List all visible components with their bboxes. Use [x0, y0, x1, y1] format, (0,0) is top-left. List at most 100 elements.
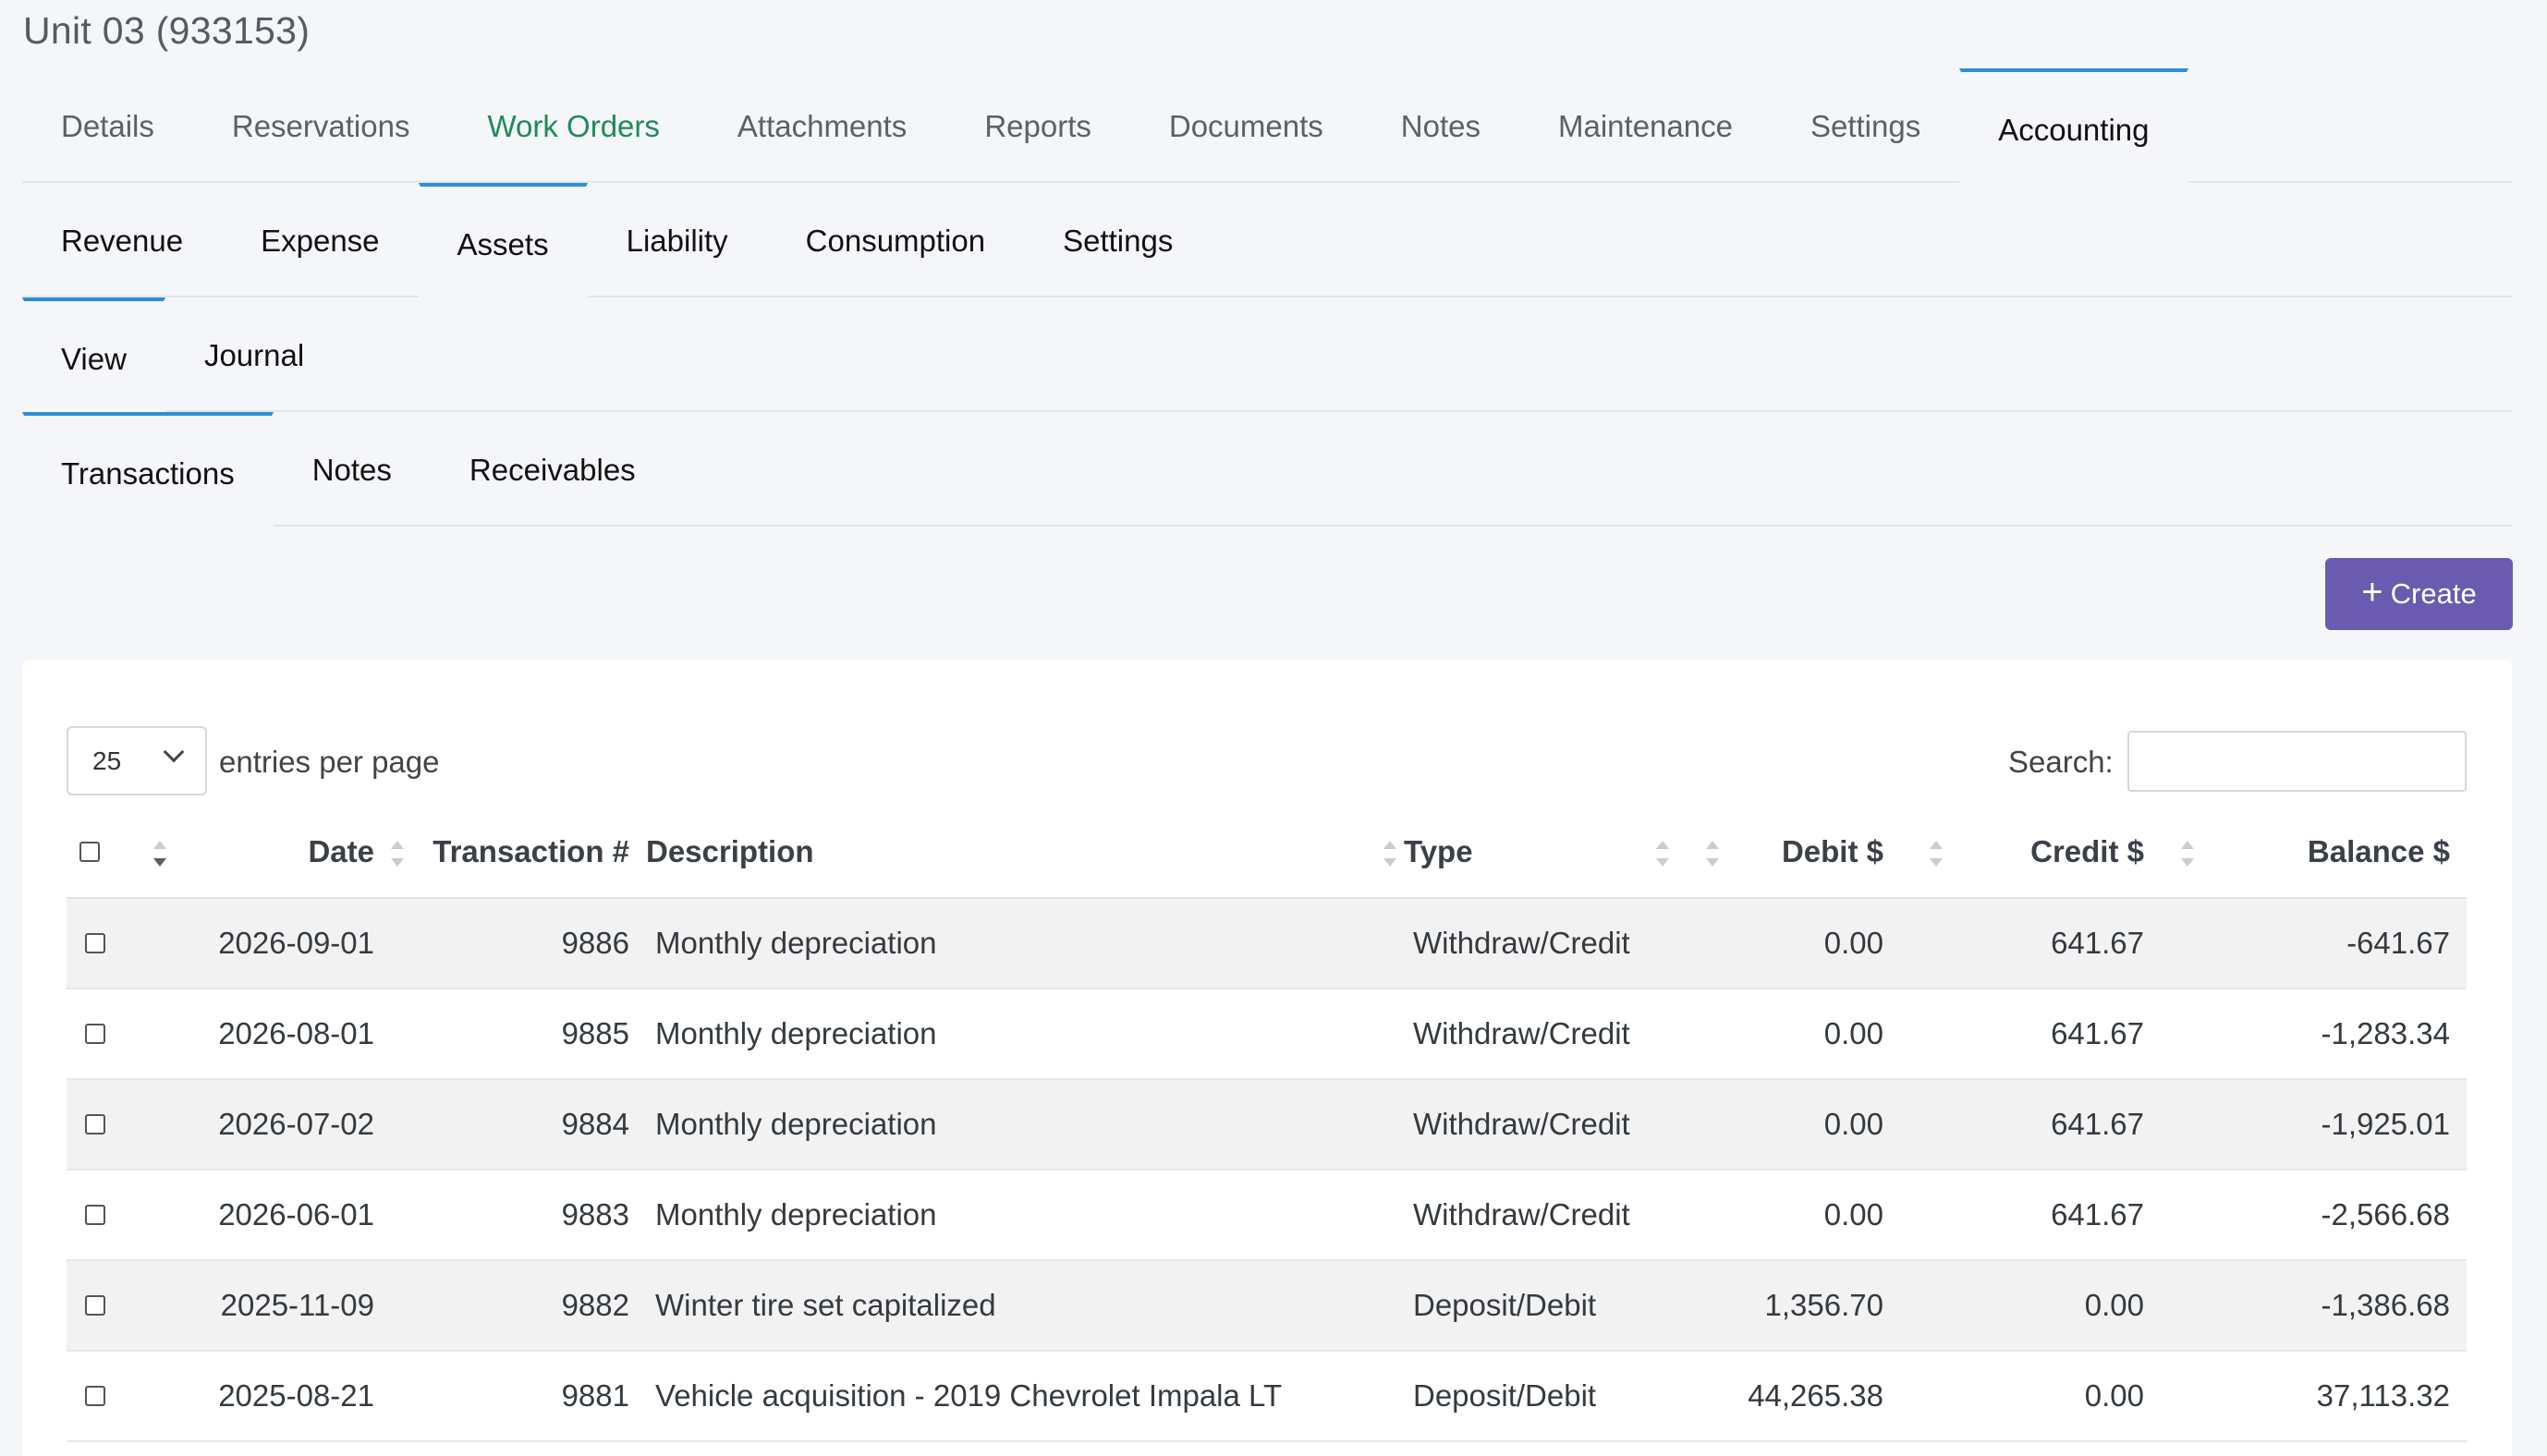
view-tab-notes[interactable]: Notes [274, 412, 431, 527]
cell-description: Monthly depreciation [635, 898, 1404, 989]
chevron-down-icon [163, 741, 185, 763]
cell-date: 2026-06-01 [185, 1170, 409, 1261]
table-row[interactable]: 2026-09-01 9886 Monthly depreciation Withdr… [67, 898, 2467, 989]
table-row[interactable]: 2025-08-21 9881 Vehicle acquisition - 2019… [67, 1351, 2467, 1442]
select-all-header [67, 806, 126, 899]
row-select-cell [67, 1079, 126, 1171]
row-spacer-cell [126, 1079, 185, 1171]
col-credit[interactable]: Credit $ [1895, 806, 2155, 899]
row-select-cell [67, 1170, 126, 1261]
row-checkbox[interactable] [85, 1295, 105, 1316]
cell-date: 2026-07-02 [185, 1079, 409, 1171]
plus-icon: + [2361, 572, 2383, 613]
row-spacer-cell [126, 1170, 185, 1261]
view-tab-transactions[interactable]: Transactions [22, 412, 274, 527]
cell-type: Withdraw/Credit [1404, 1170, 1719, 1261]
main-tabs: Details Reservations Work Orders Attachment… [22, 68, 2512, 183]
accounting-tab-consumption[interactable]: Consumption [767, 183, 1024, 297]
cell-description: Winter tire set capitalized [635, 1260, 1404, 1352]
col-description[interactable]: Description [635, 806, 1404, 899]
cell-debit: 44,265.38 [1719, 1351, 1895, 1442]
create-button[interactable]: + Create [2325, 558, 2513, 630]
tab-label: Maintenance [1558, 109, 1733, 143]
col-debit[interactable]: Debit $ [1719, 806, 1895, 899]
accounting-tab-settings[interactable]: Settings [1024, 183, 1212, 297]
cell-balance: -641.67 [2155, 898, 2467, 989]
accounting-tab-label: Consumption [805, 224, 986, 258]
cell-balance: -1,386.68 [2155, 1260, 2467, 1352]
cell-debit: 1,356.70 [1719, 1260, 1895, 1352]
col-date[interactable]: Date [185, 806, 409, 899]
cell-date: 2025-08-21 [185, 1351, 409, 1442]
accounting-tab-expense[interactable]: Expense [222, 183, 418, 297]
view-tabs: Transactions Notes Receivables [22, 412, 2512, 527]
accounting-tab-label: Expense [261, 224, 380, 258]
table-row[interactable]: 2026-07-02 9884 Monthly depreciation Withdr… [67, 1079, 2467, 1171]
cell-description: Monthly depreciation [635, 989, 1404, 1080]
cell-type: Withdraw/Credit [1404, 1079, 1719, 1171]
tab-label: Attachments [737, 109, 908, 143]
checkbox-sort-header[interactable] [126, 806, 185, 899]
row-checkbox[interactable] [85, 1386, 105, 1406]
sort-icon [391, 841, 404, 867]
cell-transaction-number: 9883 [409, 1170, 635, 1261]
view-tab-label: Receivables [469, 453, 636, 487]
sort-icon [2181, 841, 2194, 867]
cell-date: 2026-09-01 [185, 898, 409, 989]
row-checkbox[interactable] [85, 1205, 105, 1225]
entries-per-page-select[interactable]: 25 [67, 726, 207, 795]
tab-work-orders[interactable]: Work Orders [448, 68, 698, 183]
view-tab-receivables[interactable]: Receivables [431, 412, 675, 527]
tab-accounting[interactable]: Accounting [1959, 68, 2188, 183]
row-checkbox[interactable] [85, 1024, 105, 1044]
cell-transaction-number: 9881 [409, 1351, 635, 1442]
tab-label: Details [61, 109, 154, 143]
col-balance[interactable]: Balance $ [2155, 806, 2467, 899]
cell-balance: -2,566.68 [2155, 1170, 2467, 1261]
view-tab-label: Notes [311, 453, 392, 487]
table-row[interactable]: 2026-06-01 9883 Monthly depreciation Withdr… [67, 1170, 2467, 1261]
cell-credit: 641.67 [1895, 1170, 2155, 1261]
entries-per-page-label: entries per page [219, 745, 440, 779]
cell-balance: -1,925.01 [2155, 1079, 2467, 1171]
tab-documents[interactable]: Documents [1130, 68, 1362, 183]
accounting-tab-assets[interactable]: Assets [418, 183, 588, 297]
tab-details[interactable]: Details [22, 68, 193, 183]
assets-tab-label: View [61, 342, 127, 376]
tab-label: Settings [1810, 109, 1921, 143]
cell-balance: -1,283.34 [2155, 989, 2467, 1080]
select-all-checkbox[interactable] [79, 841, 100, 862]
col-type[interactable]: Type [1404, 806, 1719, 899]
accounting-tab-revenue[interactable]: Revenue [22, 183, 222, 297]
col-transaction-number[interactable]: Transaction # [409, 806, 635, 899]
tab-notes[interactable]: Notes [1362, 68, 1519, 183]
table-row[interactable]: 2025-11-09 9882 Winter tire set capitalize… [67, 1260, 2467, 1352]
cell-debit: 0.00 [1719, 1079, 1895, 1171]
tab-reservations[interactable]: Reservations [193, 68, 449, 183]
assets-tabs: View Journal [22, 297, 2512, 412]
table-row[interactable]: 2026-08-01 9885 Monthly depreciation Withdr… [67, 989, 2467, 1080]
tab-settings[interactable]: Settings [1772, 68, 1959, 183]
row-checkbox[interactable] [85, 933, 105, 953]
page-title: Unit 03 (933153) [23, 9, 311, 52]
tab-maintenance[interactable]: Maintenance [1519, 68, 1772, 183]
search-input[interactable] [2127, 731, 2467, 792]
page: Unit 03 (933153) Details Reservations Work… [0, 0, 2547, 1456]
tab-reports[interactable]: Reports [945, 68, 1130, 183]
row-select-cell [67, 1260, 126, 1352]
assets-tab-view[interactable]: View [22, 297, 165, 412]
tab-label: Work Orders [487, 109, 660, 143]
accounting-tab-liability[interactable]: Liability [588, 183, 767, 297]
tab-attachments[interactable]: Attachments [699, 68, 945, 183]
assets-tab-journal[interactable]: Journal [165, 297, 343, 412]
accounting-tab-label: Revenue [61, 224, 184, 258]
accounting-tabs: Revenue Expense Assets Liability Consumption… [22, 183, 2512, 297]
sort-icon [153, 841, 166, 867]
tab-label: Reports [984, 109, 1091, 143]
row-checkbox[interactable] [85, 1114, 105, 1134]
cell-credit: 0.00 [1895, 1351, 2155, 1442]
cell-date: 2026-08-01 [185, 989, 409, 1080]
cell-type: Withdraw/Credit [1404, 989, 1719, 1080]
row-spacer-cell [126, 1260, 185, 1352]
tab-label: Reservations [231, 109, 410, 143]
